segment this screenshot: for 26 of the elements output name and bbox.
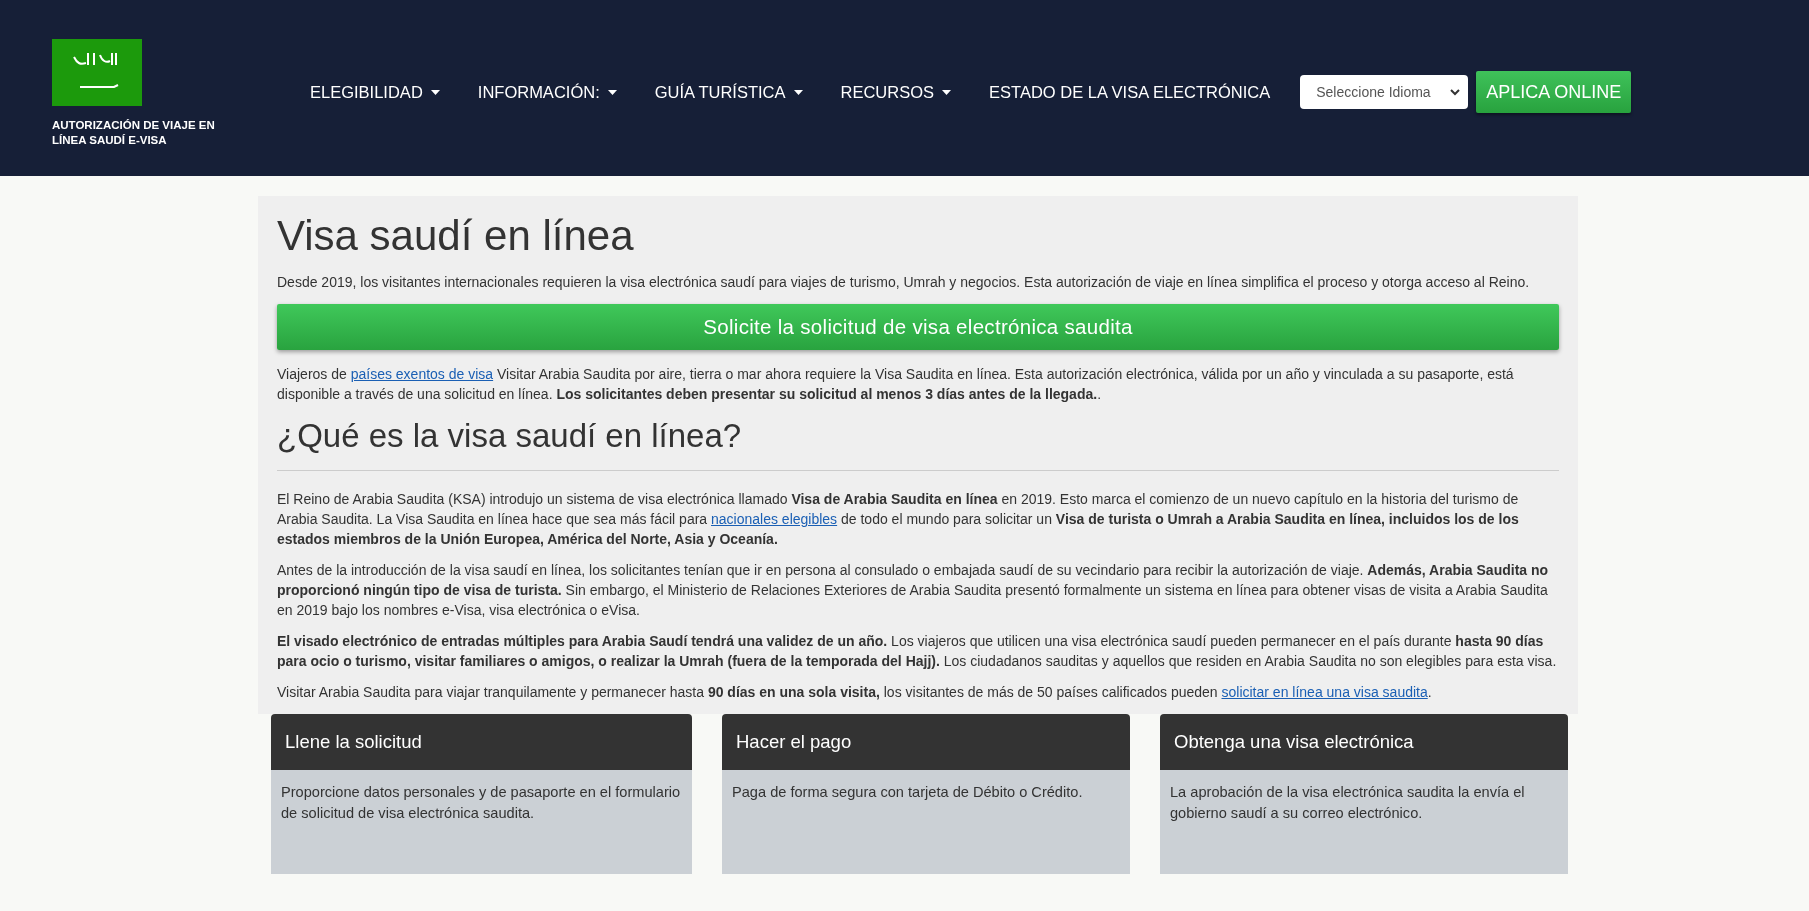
flag-logo[interactable] [52,38,142,106]
step-card-title: Hacer el pago [722,714,1130,770]
nav-link[interactable]: GUÍA TURÍSTICA [654,82,803,102]
paragraph: Visitar Arabia Saudita para viajar tranquilamente y permanecer hasta 90 días en una sola visita, los visitantes de más de 50 países calificados pueden solicitar en línea una visa saudita. [277,683,1433,702]
text-link[interactable]: solicitar en línea una visa saudita [1221,684,1428,700]
language-select[interactable]: Seleccione Idioma [1300,75,1469,109]
nav-link[interactable]: ESTADO DE LA VISA ELECTRÓNICA [989,82,1271,102]
paragraph: El visado electrónico de entradas múltiples para Arabia Saudí tendrá una validez de un año. Los viajeros que utilicen una visa electrónica saudí pueden permanecer en el país durante hasta 90 días para ocio o turismo, visitar familiares o amigos, o realizar la Umrah (fuera de la temporada del Hajj). Los ciudadanos sauditas y aquellos que residen en Arabia Saudita no son elegibles para esta visa. [277,632,1558,671]
step-card-text: Paga de forma segura con tarjeta de Débito o Crédito. [722,770,1130,874]
intro-text: Desde 2019, los visitantes internacionales requieren la visa electrónica saudí para viajes de turismo, Umrah y negocios. Esta autorización de viaje en línea simplifica el proceso y otorga acceso al Reino. [277,273,1531,292]
nav-link[interactable]: INFORMACIÓN: [477,82,617,102]
text-link[interactable]: nacionales elegibles [711,511,838,527]
paragraph: El Reino de Arabia Saudita (KSA) introdujo un sistema de visa electrónica llamado Visa de Arabia Saudita en línea en 2019. Esto marca el comienzo de un nuevo capítulo en la historia del turismo de Arabia Saudita. La Visa Saudita en línea hace que sea más fácil para nacionales elegibles de todo el mundo para solicitar un Visa de turista o Umrah a Arabia Saudita en línea, incluidos los de los estados miembros de la Unión Europea, América del Norte, Asia y Oceanía. [277,490,1520,549]
nav-link[interactable]: RECURSOS [840,82,952,102]
nav-link[interactable]: ELEGIBILIDAD [310,82,440,102]
section-heading: ¿Qué es la visa saudí en línea? [277,416,1559,471]
text-link[interactable]: países exentos de visa [350,366,494,382]
logo-caption: AUTORIZACIÓN DE VIAJE EN LÍNEA SAUDÍ E-VISA [52,117,216,148]
step-card-text: Proporcione datos personales y de pasaporte en el formulario de solicitud de visa electrónica saudita. [271,770,692,874]
step-card-title: Llene la solicitud [271,714,692,770]
chevron-down-icon [1450,88,1461,96]
paragraph: Antes de la introducción de la visa saudí en línea, los solicitantes tenían que ir en persona al consulado o embajada saudí de su vecindario para recibir la autorización de viaje. Además, Arabia Saudita no proporcionó ningún tipo de visa de turista. Sin embargo, el Ministerio de Relaciones Exteriores de Arabia Saudita presentó formalmente un sistema en línea para obtener visas de visita a Arabia Saudita en 2019 bajo los nombres e-Visa, visa electrónica o eVisa. [277,561,1550,620]
paragraph: Viajeros de países exentos de visa Visitar Arabia Saudita por aire, tierra o mar ahora requiere la Visa Saudita en línea. Esta autorización electrónica, válida por un año y vinculada a su pasaporte, está disponible a través de una solicitud en línea. Los solicitantes deben presentar su solicitud al menos 3 días antes de la llegada.. [277,365,1515,404]
step-card-title: Obtenga una visa electrónica [1160,714,1568,770]
page-title: Visa saudí en línea [277,212,635,260]
step-card-text: La aprobación de la visa electrónica saudita la envía el gobierno saudí a su correo electrónico. [1160,770,1568,874]
